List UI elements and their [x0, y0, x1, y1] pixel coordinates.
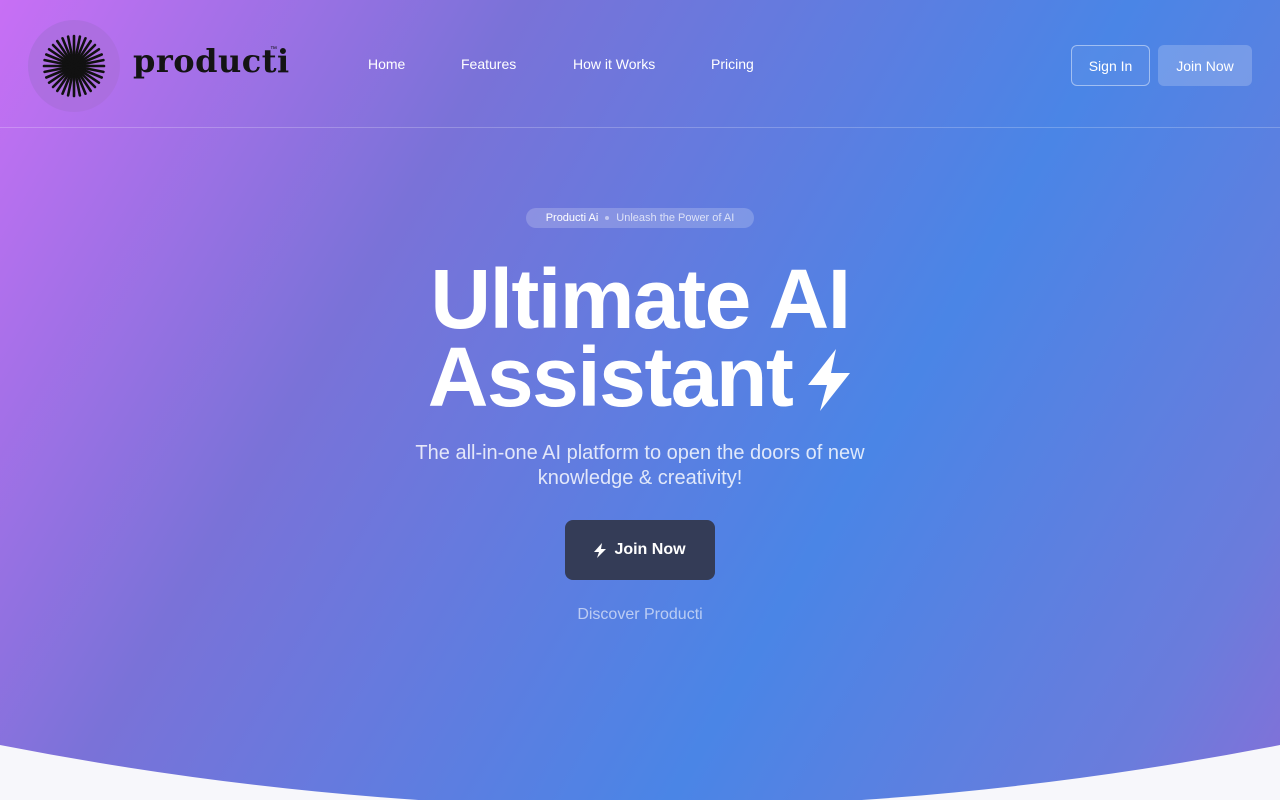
hero-headline-line1: Ultimate AI: [430, 252, 851, 346]
hero-subtitle: The all-in-one AI platform to open the d…: [415, 442, 865, 489]
nav-link-pricing[interactable]: Pricing: [711, 56, 754, 72]
pill-separator-dot: [605, 216, 610, 220]
join-now-header-button[interactable]: Join Now: [1158, 45, 1252, 86]
logo-badge[interactable]: [28, 20, 120, 112]
discover-producti-link[interactable]: Discover Producti: [0, 606, 1280, 624]
brand-name[interactable]: producti: [133, 42, 290, 80]
sign-in-button[interactable]: Sign In: [1071, 45, 1150, 86]
hero-bottom-curve: [0, 745, 1280, 800]
pill-tagline: Unleash the Power of AI: [616, 212, 735, 224]
starburst-icon: [42, 34, 106, 98]
lightning-bolt-icon: [594, 542, 607, 558]
hero-headline-line2-wrap: Assistant: [0, 335, 1280, 419]
join-now-cta-button[interactable]: Join Now: [565, 520, 715, 580]
nav-link-features[interactable]: Features: [461, 56, 516, 72]
cta-label: Join Now: [614, 541, 686, 558]
site-header: producti ™ Home Features How it Works Pr…: [0, 0, 1280, 128]
lightning-bolt-icon: [808, 348, 851, 411]
hero-headline-line2: Assistant: [427, 330, 794, 424]
nav-link-how-it-works[interactable]: How it Works: [573, 56, 655, 72]
trademark-symbol: ™: [270, 46, 277, 53]
pill-brand-label: Producti Ai: [545, 212, 599, 224]
nav-link-home[interactable]: Home: [368, 56, 405, 72]
announcement-pill: Producti Ai Unleash the Power of AI: [526, 208, 754, 228]
